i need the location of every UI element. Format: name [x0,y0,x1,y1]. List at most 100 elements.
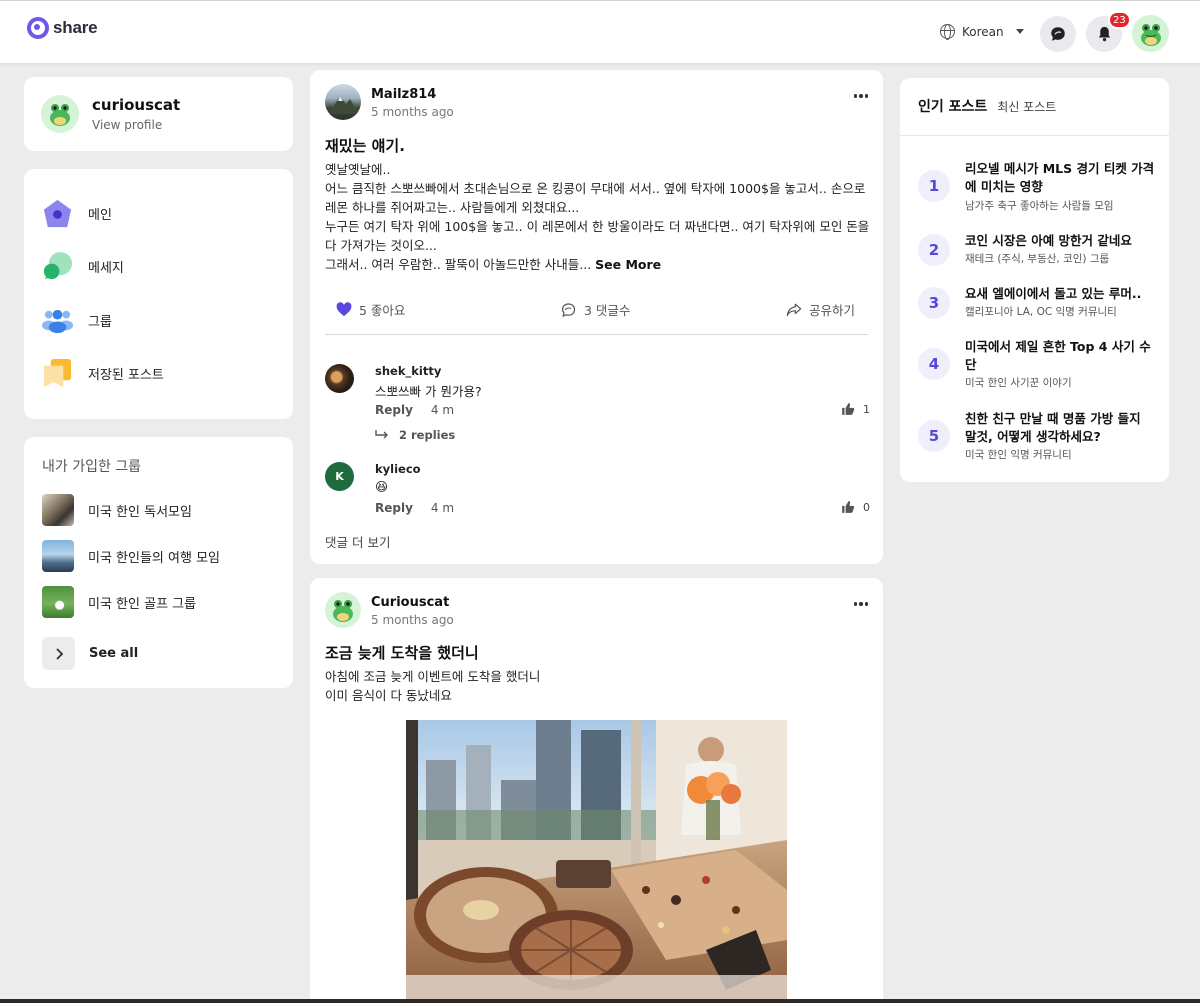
popular-tabs: 인기 포스트 최신 포스트 [918,96,1056,116]
comment-like-count: 1 [863,402,870,416]
post-body-line: 다 가져가는 것이오... [325,238,437,253]
nav-item-saved-posts[interactable]: 저장된 포스트 [41,357,164,390]
view-profile-link[interactable]: View profile [92,118,162,132]
profile-avatar [41,95,79,133]
post-body-line: 옛날옛날에.. [325,162,391,177]
reply-button[interactable]: Reply [375,501,413,515]
popular-post-item[interactable]: 3 요새 엘에이에서 돌고 있는 루머.. 캘리포니아 LA, OC 익명 커뮤… [918,285,1158,321]
post-author-avatar[interactable] [325,592,361,628]
post-author-avatar[interactable] [325,84,361,120]
nav-label: 메세지 [88,261,124,276]
comment-meta: Reply 4 m [375,403,454,417]
post-photo[interactable] [406,720,787,1003]
avatar-letter: K [335,470,344,483]
popular-post-item[interactable]: 4 미국에서 제일 흔한 Top 4 사기 수단 미국 한인 사기꾼 이야기 [918,338,1158,390]
chevron-down-icon [1015,29,1024,34]
more-options-icon[interactable] [853,602,868,606]
post-body-line-last: 그래서.. 여러 우람한.. 팔뚝이 아놀드만한 사내들... See More [325,255,870,274]
tab-popular[interactable]: 인기 포스트 [918,96,987,116]
comment-author[interactable]: kylieco [375,462,421,476]
like-count: 5 좋아요 [359,303,406,318]
popular-posts-card: 인기 포스트 최신 포스트 1 리오넬 메시가 MLS 경기 티켓 가격에 미치… [900,78,1169,482]
like-button[interactable]: 5 좋아요 [336,300,405,319]
nav-item-messages[interactable]: 메세지 [41,250,124,283]
frog-avatar-icon [1140,23,1161,46]
popular-post-title: 요새 엘에이에서 돌고 있는 루머.. [965,286,1142,301]
language-label: Korean [962,24,1004,39]
comment-time: 4 m [430,403,455,417]
post-body-line: 그래서.. 여러 우람한.. 팔뚝이 아놀드만한 사내들... [325,257,592,272]
messages-button[interactable] [1040,16,1076,52]
see-all-groups-button[interactable]: See all [42,637,138,670]
group-label: 미국 한인 독서모임 [88,504,192,520]
popular-post-title: 미국에서 제일 흔한 Top 4 사기 수단 [965,339,1151,372]
post-body-line: 아침에 조금 늦게 이벤트에 도착을 했더니 [325,669,541,684]
tab-latest[interactable]: 최신 포스트 [997,98,1056,115]
comment-avatar[interactable]: K [325,462,354,491]
frog-avatar-icon [50,104,70,126]
more-options-icon[interactable] [853,94,868,98]
post-author-name[interactable]: Curiouscat [371,595,449,610]
globe-icon [940,24,955,40]
post-timestamp: 5 months ago [371,105,454,119]
group-item-book-club[interactable]: 미국 한인 독서모임 [42,494,192,526]
comment-like-button[interactable]: 0 [841,500,870,514]
notification-badge: 23 [1108,11,1131,29]
comment-like-button[interactable]: 1 [841,402,870,416]
nav-item-groups[interactable]: 그룹 [41,304,112,337]
comment-like-count: 0 [863,500,870,514]
frog-avatar-icon [333,600,353,622]
profile-card[interactable]: curiouscat View profile [24,77,293,151]
window-bottom-edge [0,999,1200,1003]
comment-avatar[interactable] [325,364,354,393]
post-title: 조금 늦게 도착을 했더니 [325,644,479,662]
rank-badge: 5 [918,420,950,452]
reply-button[interactable]: Reply [375,403,413,417]
home-pentagon-icon [43,199,72,228]
popular-post-title: 리오넬 메시가 MLS 경기 티켓 가격에 미치는 영향 [965,161,1155,194]
people-group-icon [41,309,74,334]
popular-post-item[interactable]: 1 리오넬 메시가 MLS 경기 티켓 가격에 미치는 영향 남가주 축구 좋아… [918,160,1158,212]
popular-post-title: 코인 시장은 아예 망한거 같네요 [965,233,1132,248]
share-button[interactable]: 공유하기 [786,300,855,319]
post-author-name[interactable]: Mailz814 [371,87,436,102]
logo-text: share [53,18,98,37]
popular-post-group: 미국 한인 사기꾼 이야기 [965,377,1072,389]
nav-label: 저장된 포스트 [88,368,164,383]
popular-post-group: 재테크 (주식, 부동산, 코인) 그룹 [965,253,1110,265]
rank-badge: 3 [918,287,950,319]
event-food-photo [406,720,787,1003]
see-more-link[interactable]: See More [595,257,661,272]
group-item-travel[interactable]: 미국 한인들의 여행 모임 [42,540,220,572]
comment-item: K kylieco 😆 Reply 4 m 0 [325,462,870,522]
post-card: Curiouscat 5 months ago 조금 늦게 도착을 했더니 아침… [310,578,883,1003]
post-body: 아침에 조금 늦게 이벤트에 도착을 했더니 이미 음식이 다 동났네요 [325,667,870,705]
nav-item-main[interactable]: 메인 [41,197,112,230]
rank-badge: 2 [918,234,950,266]
user-avatar[interactable] [1132,15,1169,52]
load-more-comments-link[interactable]: 댓글 더 보기 [325,532,390,551]
main-nav: 메인 메세지 그룹 저장된 포스트 [24,169,293,419]
joined-groups-title: 내가 가입한 그룹 [42,459,142,475]
comment-text: 😆 [375,479,389,494]
joined-groups-card: 내가 가입한 그룹 미국 한인 독서모임 미국 한인들의 여행 모임 미국 한인… [24,437,293,688]
logo[interactable]: share [27,17,98,39]
post-actions: 5 좋아요 3 댓글수 공유하기 [336,300,858,320]
group-thumbnail [42,540,74,572]
view-replies-button[interactable]: 2 replies [375,428,455,442]
bell-icon [1098,26,1110,42]
post-card: Mailz814 5 months ago 재밌는 얘기. 옛날옛날에.. 어느… [310,70,883,564]
post-body-line: 레몬 하나를 쥐어짜고는.. 사람들에게 외쳤대요... [325,200,580,215]
comment-author[interactable]: shek_kitty [375,364,441,378]
post-body-line: 누구든 여기 탁자 위에 100$을 놓고.. 이 레몬에서 한 방울이라도 더… [325,219,870,234]
post-body-line: 어느 큼직한 스뽀쓰빠에서 초대손님으로 온 킹콩이 무대에 서서.. 옆에 탁… [325,181,866,196]
comment-icon [561,302,576,317]
popular-post-item[interactable]: 2 코인 시장은 아예 망한거 같네요 재테크 (주식, 부동산, 코인) 그룹 [918,232,1158,268]
language-selector[interactable]: Korean [940,24,1024,40]
rank-badge: 1 [918,170,950,202]
group-item-golf[interactable]: 미국 한인 골프 그룹 [42,586,196,618]
comments-button[interactable]: 3 댓글수 [560,300,630,319]
post-body-line: 이미 음식이 다 동났네요 [325,688,452,703]
reply-arrow-icon [375,430,388,439]
popular-post-item[interactable]: 5 친한 친구 만날 때 명품 가방 들지 말것, 어떻게 생각하세요? 미국 … [918,410,1158,462]
